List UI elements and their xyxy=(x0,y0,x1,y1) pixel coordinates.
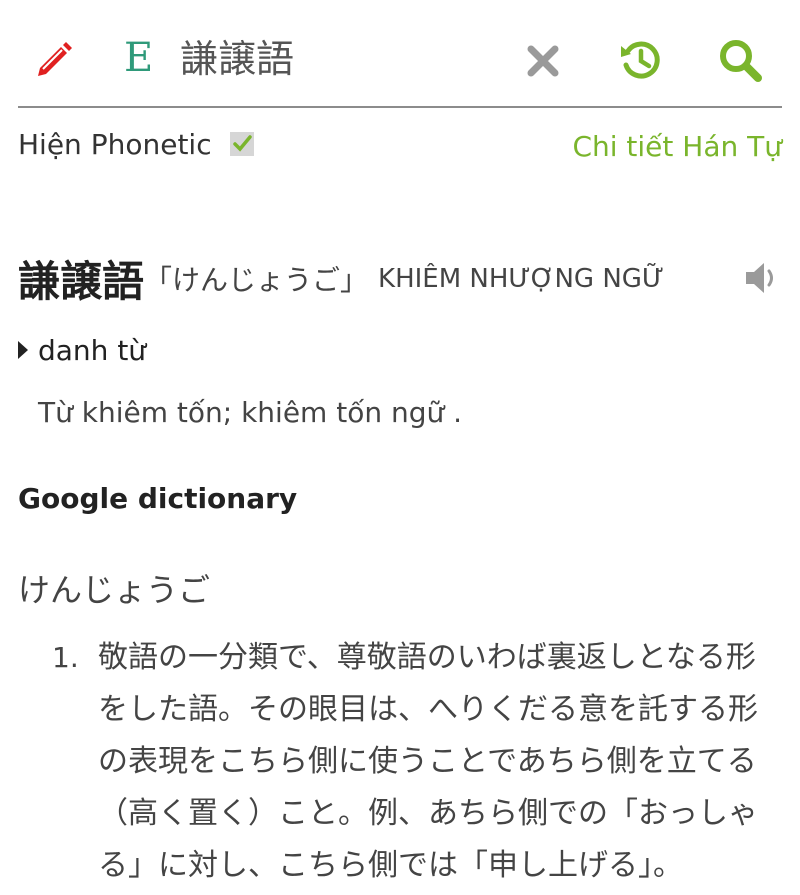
part-of-speech[interactable]: danh từ xyxy=(18,328,146,372)
kanji-detail-link[interactable]: Chi tiết Hán Tự xyxy=(572,130,782,163)
toolbar-divider xyxy=(18,106,782,108)
entry-header: 謙譲語「けんじょうご」 KHIÊM NHƯỢNG NGỮ xyxy=(18,248,788,308)
hanviet: KHIÊM NHƯỢNG NGỮ xyxy=(378,263,665,294)
close-icon[interactable] xyxy=(526,44,560,78)
google-dictionary-reading: けんじょうご xyxy=(18,571,211,609)
headword: 謙譲語 xyxy=(18,257,145,306)
phonetic-checkbox[interactable] xyxy=(229,132,254,156)
top-toolbar: E 謙譲語 xyxy=(0,0,800,108)
history-icon[interactable] xyxy=(618,37,664,83)
speaker-icon[interactable] xyxy=(742,258,782,298)
expand-triangle-icon xyxy=(18,341,28,359)
google-dictionary-title: Google dictionary xyxy=(18,482,298,515)
definition-text: 敬語の一分類で、尊敬語のいわば裏返しとなる形をした語。その眼目は、へりくだる意を… xyxy=(98,640,758,883)
definition-number: 1. xyxy=(52,641,79,674)
phonetic-toggle[interactable]: Hiện Phonetic xyxy=(18,122,254,166)
pencil-icon[interactable] xyxy=(34,38,76,80)
search-input[interactable]: 謙譲語 xyxy=(180,34,294,84)
definition-item: 1. 敬語の一分類で、尊敬語のいわば裏返しとなる形をした語。その眼目は、へりくだ… xyxy=(52,632,772,892)
definition-list: 1. 敬語の一分類で、尊敬語のいわば裏返しとなる形をした語。その眼目は、へりくだ… xyxy=(52,632,772,892)
meaning-text: Từ khiêm tốn; khiêm tốn ngữ . xyxy=(38,396,463,429)
reading: 「けんじょうご」 xyxy=(144,263,369,297)
phonetic-label: Hiện Phonetic xyxy=(18,127,212,161)
search-icon[interactable] xyxy=(716,36,764,84)
part-of-speech-label: danh từ xyxy=(38,333,147,367)
language-badge[interactable]: E xyxy=(124,36,153,80)
checkmark-icon xyxy=(232,135,252,152)
